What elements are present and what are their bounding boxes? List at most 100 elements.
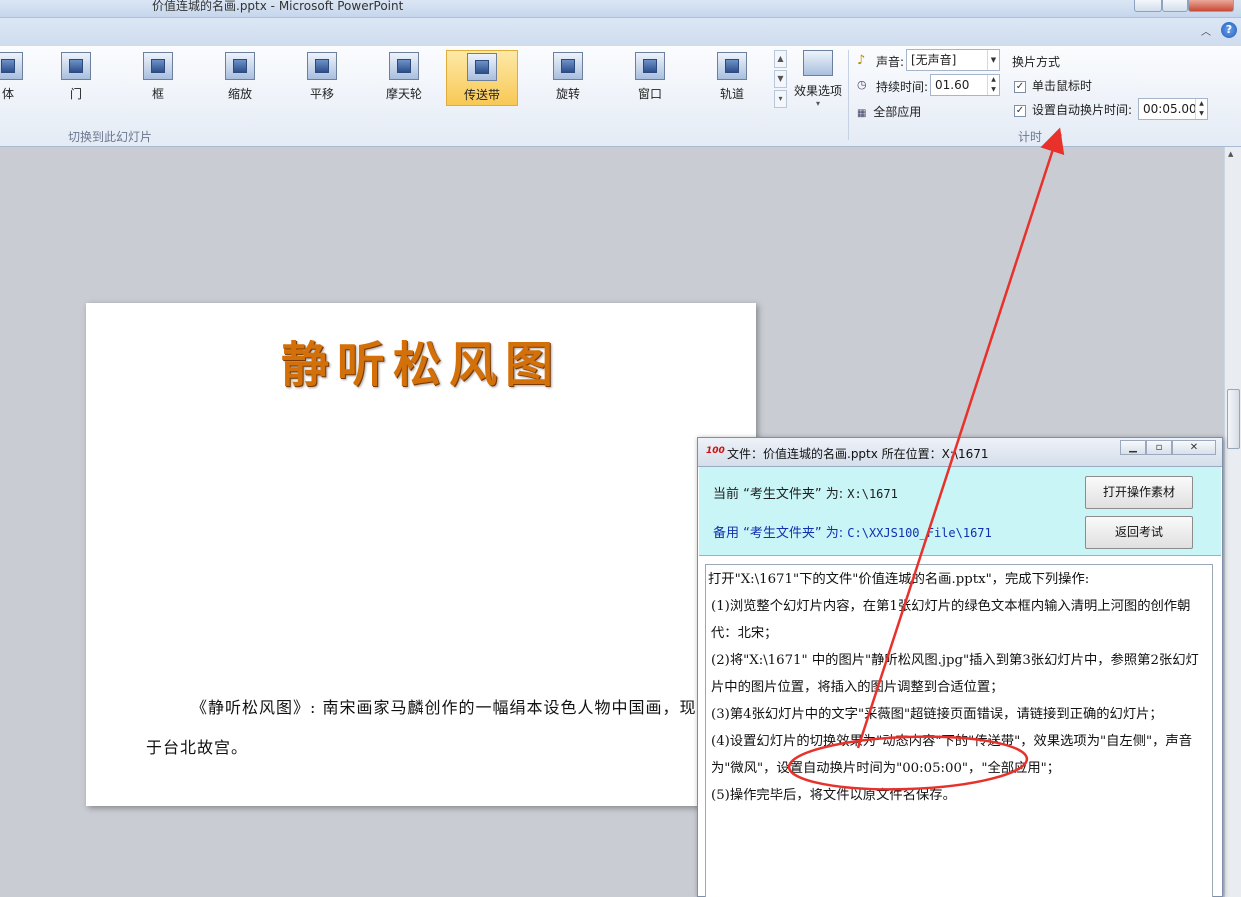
apply-all-label: 全部应用 [873,105,922,119]
dialog-minimize-button[interactable]: ▁ [1120,440,1146,455]
transition-item[interactable]: 摩天轮 [368,50,440,106]
duration-label: 持续时间: [876,80,929,94]
transition-icon [467,53,497,81]
current-folder-label: 当前 “考生文件夹” 为: [713,487,844,502]
sound-icon: ♪ [857,53,866,68]
on-click-checkbox[interactable]: ✓ 单击鼠标时 [1014,77,1092,94]
transition-label: 窗口 [637,87,662,101]
transition-item[interactable]: 平移 [286,50,358,106]
chevron-down-icon: ▼ [987,50,999,70]
spinner-arrows-icon[interactable]: ▲ ▼ [987,75,999,95]
checkmark-icon: ✓ [1014,104,1026,117]
transition-label: 缩放 [227,87,252,101]
transition-label: 旋转 [555,87,580,101]
slide-caption[interactable]: 《静听松风图》: 南宋画家马麟创作的一幅绢本设色人物中国画，现藏于台北故宫。 [146,688,716,768]
instruction-line: 打开"X:\1671"下的文件"价值连城的名画.pptx"，完成下列操作: [708,572,1090,587]
timing-group-label: 计时 [1018,130,1043,144]
help-icon[interactable]: ? [1221,22,1237,38]
checkmark-icon: ✓ [1014,80,1026,93]
transition-icon [307,52,337,80]
transition-item[interactable]: 窗口 [614,50,686,106]
app-logo-icon: 100 [706,446,725,456]
transition-icon [389,52,419,80]
dialog-maximize-button[interactable]: ▫ [1146,440,1172,455]
transition-icon [0,52,23,80]
transition-item[interactable]: 框 [122,50,194,106]
gallery-group-label: 切换到此幻灯片 [68,130,153,144]
close-button[interactable] [1188,0,1234,12]
auto-advance-spinner[interactable]: 00:05.00 ▲ ▼ [1138,98,1208,120]
scroll-up-icon[interactable]: ▲ [1228,150,1233,158]
transition-label: 平移 [309,87,334,101]
transition-item[interactable]: 门 [40,50,112,106]
transition-label: 体 [1,87,14,101]
transition-icon [553,52,583,80]
folder-info-panel: 当前 “考生文件夹” 为: X:\1671 备用 “考生文件夹” 为: C:\X… [699,467,1221,556]
transition-item[interactable]: 体 [0,50,44,106]
auto-advance-label: 设置自动换片时间: [1032,103,1133,117]
chevron-down-icon: ▾ [815,99,820,108]
sound-label: 声音: [876,55,905,69]
transition-label: 框 [151,87,164,101]
minimize-button[interactable] [1134,0,1162,12]
slide-title[interactable]: 静听松风图 [86,325,756,395]
transition-item[interactable]: 传送带 [446,50,518,106]
transition-item[interactable]: 轨道 [696,50,768,106]
slide-canvas[interactable]: 静听松风图 《静听松风图》: 南宋画家马麟创作的一幅绢本设色人物中国画，现藏于台… [86,303,756,806]
transition-icon [225,52,255,80]
exam-dialog: 100 文件：价值连城的名画.pptx 所在位置：X:\1671 ▁ ▫ ✕ 当… [697,437,1223,897]
gallery-more-button[interactable]: ▾ [774,90,787,108]
ribbon-tab-row: ︿ ? [0,18,1241,46]
transition-icon [717,52,747,80]
duration-value: 01.60 [935,78,970,92]
return-exam-button[interactable]: 返回考试 [1085,516,1193,549]
transition-icon [61,52,91,80]
instruction-line: (5)操作完毕后，将文件以原文件名保存。 [711,788,956,803]
current-folder-line: 当前 “考生文件夹” 为: X:\1671 [713,483,898,502]
instruction-line: (3)第4张幻灯片中的文字"采薇图"超链接页面错误，请链接到正确的幻灯片； [711,707,1163,722]
effect-options-button[interactable]: 效果选项 ▾ [792,50,844,120]
effect-options-icon [803,50,833,76]
title-bar: 价值连城的名画.pptx - Microsoft PowerPoint [0,0,1241,18]
gallery-scroll-down-button[interactable]: ▼ [774,70,787,88]
sound-value: [无声音] [911,53,957,67]
apply-all-icon: ▦ [857,108,867,119]
current-folder-value: X:\1671 [847,487,898,501]
instruction-line: (4)设置幻灯片的切换效果为"动态内容"下的"传送带"，效果选项为"自左侧"，声… [711,734,1193,776]
clock-icon: ◷ [857,78,867,91]
dialog-title: 文件：价值连城的名画.pptx 所在位置：X:\1671 [727,447,989,461]
duration-spinner[interactable]: 01.60 ▲ ▼ [930,74,1000,96]
maximize-button[interactable] [1162,0,1188,12]
scrollbar-thumb[interactable] [1227,389,1240,449]
backup-folder-label: 备用 “考生文件夹” 为: [713,526,844,541]
vertical-scrollbar[interactable]: ▲ [1224,147,1241,897]
dialog-launcher-icon[interactable]: ↘ [1056,130,1063,139]
open-materials-button[interactable]: 打开操作素材 [1085,476,1193,509]
spinner-arrows-icon[interactable]: ▲ ▼ [1195,99,1207,119]
apply-all-button[interactable]: ▦ 全部应用 [857,103,921,120]
dialog-title-bar: 100 文件：价值连城的名画.pptx 所在位置：X:\1671 ▁ ▫ ✕ [698,438,1222,467]
effect-options-label: 效果选项 [793,84,842,98]
transition-label: 门 [69,87,82,101]
backup-folder-line: 备用 “考生文件夹” 为: C:\XXJS100_File\1671 [713,522,992,541]
sound-dropdown[interactable]: [无声音] ▼ [906,49,1000,71]
transition-icon [143,52,173,80]
transition-label: 摩天轮 [385,87,422,101]
instruction-line: (2)将"X:\1671" 中的图片"静听松风图.jpg"插入到第3张幻灯片中，… [711,653,1199,695]
on-click-label: 单击鼠标时 [1032,79,1093,93]
advance-slide-title: 换片方式 [1012,55,1061,69]
dialog-close-button[interactable]: ✕ [1172,440,1216,455]
transition-item[interactable]: 缩放 [204,50,276,106]
window-title: 价值连城的名画.pptx - Microsoft PowerPoint [152,0,404,13]
gallery-scroll-up-button[interactable]: ▲ [774,50,787,68]
instruction-line: (1)浏览整个幻灯片内容，在第1张幻灯片的绿色文本框内输入清明上河图的创作朝代：… [711,599,1191,641]
auto-advance-value: 00:05.00 [1143,102,1197,116]
backup-folder-value: C:\XXJS100_File\1671 [847,526,992,540]
transition-icon [635,52,665,80]
transition-label: 传送带 [463,88,500,102]
auto-advance-checkbox[interactable]: ✓ 设置自动换片时间: [1014,101,1132,118]
transition-item[interactable]: 旋转 [532,50,604,106]
transition-label: 轨道 [719,87,744,101]
collapse-ribbon-icon[interactable]: ︿ [1201,23,1211,38]
